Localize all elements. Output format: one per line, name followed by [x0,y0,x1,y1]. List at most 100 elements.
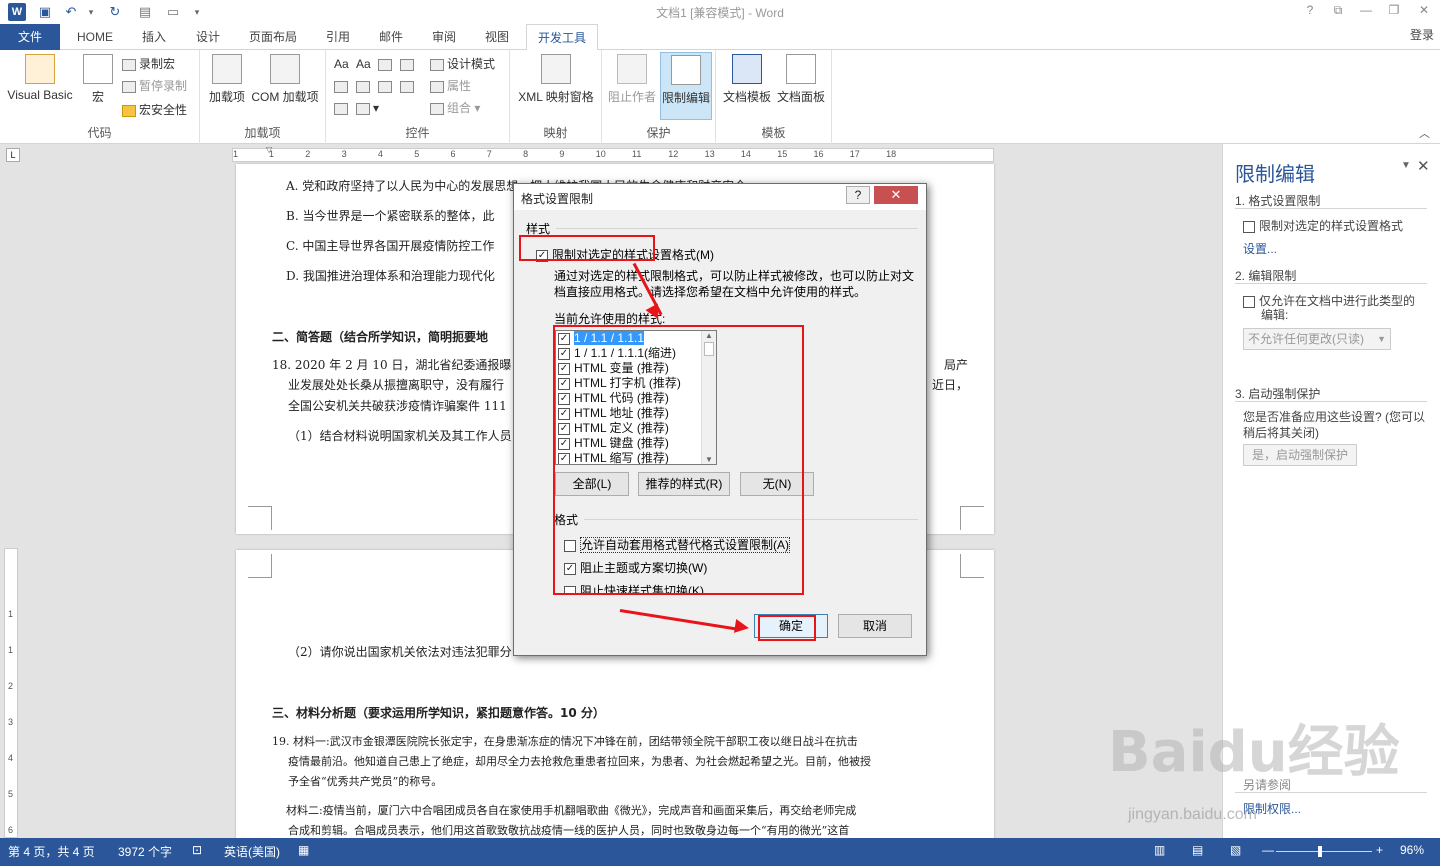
tab-home[interactable]: HOME [64,24,126,50]
doc-panel-button[interactable]: 文档面板 [774,54,828,105]
tab-mailings[interactable]: 邮件 [368,24,414,50]
vruler-number: 1 [8,609,14,619]
cancel-button[interactable]: 取消 [838,614,912,638]
combobox-control-icon[interactable] [356,76,373,96]
zoom-slider[interactable] [1276,851,1372,852]
pane-settings-link[interactable]: 设置... [1243,240,1277,257]
pane-options-icon[interactable]: ▼ [1401,160,1411,171]
ruler-number: 8 [523,149,529,159]
minimize-icon[interactable]: — [1352,3,1380,21]
tab-selector-icon[interactable]: L [6,148,20,162]
help-button[interactable]: ? [1296,3,1324,21]
word-count[interactable]: 3972 个字 [118,843,172,860]
tab-design[interactable]: 设计 [184,24,232,50]
vruler-number: 6 [8,825,14,835]
pane-close-icon[interactable]: ✕ [1417,157,1430,175]
record-macro-button[interactable]: 录制宏 [122,54,175,74]
restrict-editing-button[interactable]: 限制编辑 [660,52,712,120]
pane-editing-type-select[interactable]: 不允许任何更改(只读) ▼ [1243,328,1391,350]
tab-file[interactable]: 文件 [0,24,60,50]
tab-references[interactable]: 引用 [314,24,362,50]
doc-template-button[interactable]: 文档模板 [720,54,774,105]
ruler-number: 18 [886,149,897,159]
properties-button[interactable]: 属性 [430,76,471,96]
doc-line: 材料二:疫情当前，厦门六中合唱团成员各自在家使用手机翻唱歌曲《微光》，完成声音和… [286,804,857,817]
page-count[interactable]: 第 4 页，共 4 页 [8,843,95,860]
dialog-help-button[interactable]: ? [846,186,870,204]
date-picker-control-icon[interactable] [400,76,417,96]
ruler-number: 16 [813,149,824,159]
dropdown-control-icon[interactable] [378,76,395,96]
word-template-icon [732,54,762,84]
visual-basic-icon [25,54,55,84]
macro-button[interactable]: 宏 [80,54,116,105]
maximize-icon[interactable]: ❐ [1380,3,1408,21]
pane-enforce-question: 稍后将其关闭) [1243,426,1319,440]
group-label-code: 代码 [87,126,112,140]
ruler-number: 15 [777,149,788,159]
ruler-number: 17 [849,149,860,159]
close-window-icon[interactable]: ✕ [1410,3,1438,21]
ruler-number: 2 [305,149,311,159]
ribbon-display-icon[interactable]: ⧉ [1324,3,1352,21]
doc-line: （1）结合材料说明国家机关及其工作人员 [288,429,512,443]
dialog-close-button[interactable]: ✕ [874,186,918,204]
visual-basic-button[interactable]: Visual Basic [4,54,76,102]
print-layout-icon[interactable]: ▤ [1192,843,1203,857]
ruler-number: 7 [486,149,492,159]
macro-record-icon[interactable]: ▦ [298,843,309,857]
xml-mapping-icon [541,54,571,84]
rich-text-control-icon[interactable]: Aa [334,54,349,74]
repeating-section-icon[interactable] [334,98,351,118]
vertical-ruler[interactable]: 1 1 2 3 4 5 6 [4,548,18,838]
tab-insert[interactable]: 插入 [130,24,178,50]
doc-line: D. 我国推进治理体系和治理能力现代化 [286,269,495,283]
tab-developer[interactable]: 开发工具 [526,24,598,51]
block-authors-button[interactable]: 阻止作者 [606,54,658,105]
zoom-level[interactable]: 96% [1400,843,1424,857]
dialog-description: 档直接应用格式。请选择您希望在文档中允许使用的样式。 [554,285,867,299]
tab-view[interactable]: 视图 [474,24,520,50]
com-addins-icon [270,54,300,84]
group-templates: 文档模板 文档面板 模板 [716,50,832,144]
xml-pane-button[interactable]: XML 映射窗格 [512,54,600,105]
doc-line: 19. 材料一:武汉市金银潭医院院长张定宇，在身患渐冻症的情况下冲锋在前，团结带… [272,735,858,748]
group-protect: 阻止作者 限制编辑 保护 [602,50,716,144]
building-block-control-icon[interactable] [400,54,417,74]
tab-layout[interactable]: 页面布局 [238,24,308,50]
checkbox-control-icon[interactable] [334,76,351,96]
plain-text-control-icon[interactable]: Aa [356,54,371,74]
group-code: Visual Basic 宏 录制宏 暂停录制 宏安全性 代码 [0,50,200,144]
pause-record-button[interactable]: 暂停录制 [122,76,187,96]
addins-button[interactable]: 加载项 [206,54,248,105]
proofing-icon[interactable]: ⊡ [192,843,202,857]
tab-review[interactable]: 审阅 [420,24,468,50]
zoom-out-icon[interactable]: — [1262,843,1274,857]
zoom-slider-thumb[interactable] [1318,846,1322,857]
language-indicator[interactable]: 英语(美国) [224,843,280,860]
vruler-number: 2 [8,681,14,691]
group-mapping: XML 映射窗格 映射 [510,50,602,144]
doc-line: （2）请你说出国家机关依法对违法犯罪分 [288,645,512,659]
picture-control-icon[interactable] [378,54,395,74]
zoom-in-icon[interactable]: + [1376,843,1383,857]
login-link[interactable]: 登录 [1410,26,1434,43]
macro-security-button[interactable]: 宏安全性 [122,100,187,120]
legacy-tools-icon[interactable]: ▾ [356,98,379,118]
indent-marker-icon[interactable]: ▽ [266,145,274,163]
pane-limit-formatting-checkbox[interactable]: 限制对选定的样式设置格式 [1243,217,1403,234]
horizontal-ruler[interactable]: 1 1 2 3 4 5 6 7 8 9 10 11 12 13 14 15 16 17 18 [232,148,994,162]
ruler-number: 1 [233,149,239,159]
doc-line: B. 当今世界是一个紧密联系的整体，此 [286,209,495,223]
start-enforcing-button[interactable]: 是，启动强制保护 [1243,444,1357,466]
collapse-ribbon-icon[interactable]: ︿ [1419,125,1430,141]
read-mode-icon[interactable]: ▥ [1154,843,1165,857]
web-layout-icon[interactable]: ▧ [1230,843,1241,857]
group-button[interactable]: 组合 ▾ [430,98,480,118]
com-addins-button[interactable]: COM 加载项 [248,54,322,105]
group-label-controls: 控件 [405,126,430,140]
ribbon-tabs: 文件 HOME 插入 设计 页面布局 引用 邮件 审阅 视图 开发工具 [0,24,1440,51]
design-mode-button[interactable]: 设计模式 [430,54,495,74]
title-bar: W ▣ ↶ ▾ ↻ ▤ ▭ ▾ 文档1 [兼容模式] - Word ? ⧉ — … [0,0,1440,24]
properties-icon [430,80,444,93]
